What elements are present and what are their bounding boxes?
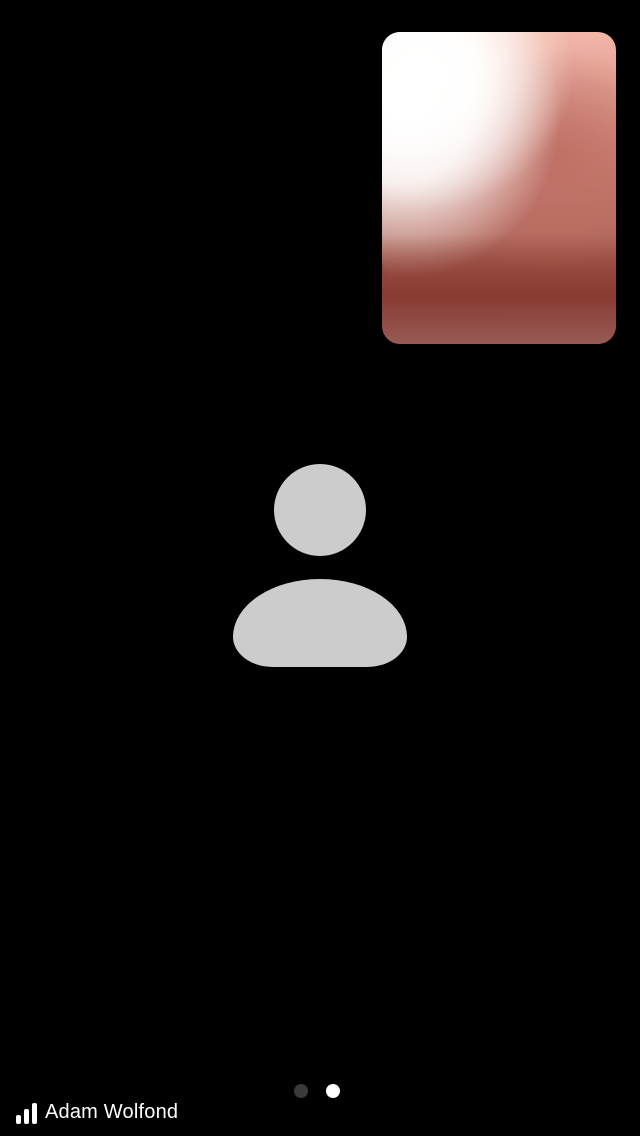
avatar-body (233, 579, 407, 667)
page-indicator[interactable] (294, 1084, 340, 1098)
caller-name: Adam Wolfond (45, 1101, 179, 1123)
signal-bar-1 (16, 1115, 21, 1124)
page-dot-1[interactable] (294, 1084, 308, 1098)
avatar-head (274, 464, 366, 556)
signal-bar-3 (32, 1103, 37, 1124)
call-status: Adam Wolfond (16, 1100, 178, 1124)
self-camera-preview[interactable] (382, 32, 616, 344)
person-placeholder-icon (233, 464, 407, 667)
page-dot-2[interactable] (326, 1084, 340, 1098)
signal-bar-2 (24, 1109, 29, 1124)
camera-shade (382, 234, 616, 344)
signal-strength-icon (16, 1102, 37, 1124)
